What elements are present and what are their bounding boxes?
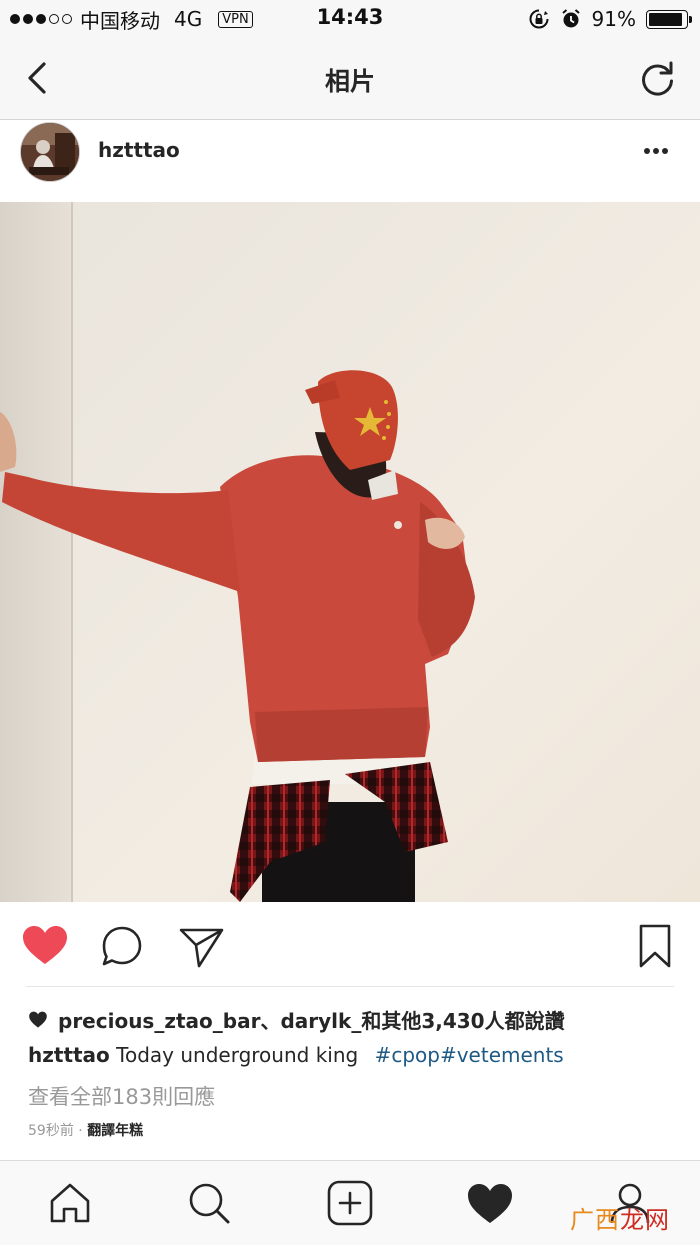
post-header: hztttao bbox=[0, 120, 700, 202]
home-icon[interactable] bbox=[46, 1179, 94, 1227]
post-time: 59秒前 bbox=[28, 1123, 74, 1139]
post-photo[interactable] bbox=[0, 202, 700, 902]
heart-filled-icon[interactable] bbox=[20, 922, 70, 972]
watermark-part-2: 龙网 bbox=[620, 1206, 670, 1234]
translate-link[interactable]: 翻譯年糕 bbox=[87, 1123, 143, 1139]
status-right: 91% bbox=[528, 6, 692, 32]
page-title: 相片 bbox=[324, 67, 375, 96]
orientation-lock-icon bbox=[529, 9, 549, 29]
likes-text: precious_ztao_bar、darylk_和其他3,430人都說讚 bbox=[58, 1009, 565, 1033]
status-bar: 中国移动 4G VPN 14:43 91% bbox=[0, 0, 700, 38]
post-username[interactable]: hztttao bbox=[98, 138, 180, 162]
comment-icon[interactable] bbox=[97, 922, 147, 972]
post-caption: hztttao Today underground king #cpop#vet… bbox=[28, 1043, 564, 1067]
watermark-part-1: 广西 bbox=[570, 1206, 620, 1234]
watermark: 广西龙网 bbox=[570, 1200, 670, 1235]
small-heart-icon bbox=[29, 1011, 47, 1028]
nav-bar: 相片 bbox=[0, 38, 700, 120]
battery-percent: 91% bbox=[591, 7, 636, 31]
more-horizontal-icon[interactable] bbox=[636, 136, 676, 166]
search-icon[interactable] bbox=[185, 1179, 233, 1227]
meta-separator: · bbox=[78, 1123, 83, 1139]
caption-hashtags[interactable]: #cpop#vetements bbox=[375, 1043, 564, 1067]
add-post-icon[interactable] bbox=[326, 1179, 374, 1227]
battery-icon bbox=[646, 9, 692, 29]
post-meta: 59秒前 · 翻譯年糕 bbox=[28, 1120, 143, 1140]
likes-summary[interactable]: precious_ztao_bar、darylk_和其他3,430人都說讚 bbox=[28, 1005, 565, 1034]
alarm-icon bbox=[561, 9, 580, 28]
view-all-comments-link[interactable]: 查看全部183則回應 bbox=[28, 1081, 215, 1111]
actions-divider bbox=[26, 986, 674, 987]
avatar[interactable] bbox=[20, 122, 80, 182]
caption-username[interactable]: hztttao bbox=[28, 1043, 110, 1067]
activity-heart-icon[interactable] bbox=[466, 1179, 514, 1227]
caption-text: Today underground king bbox=[116, 1043, 359, 1067]
direct-share-icon[interactable] bbox=[176, 922, 226, 972]
refresh-icon[interactable] bbox=[638, 58, 678, 98]
post-actions bbox=[0, 902, 700, 986]
bookmark-icon[interactable] bbox=[630, 922, 680, 972]
